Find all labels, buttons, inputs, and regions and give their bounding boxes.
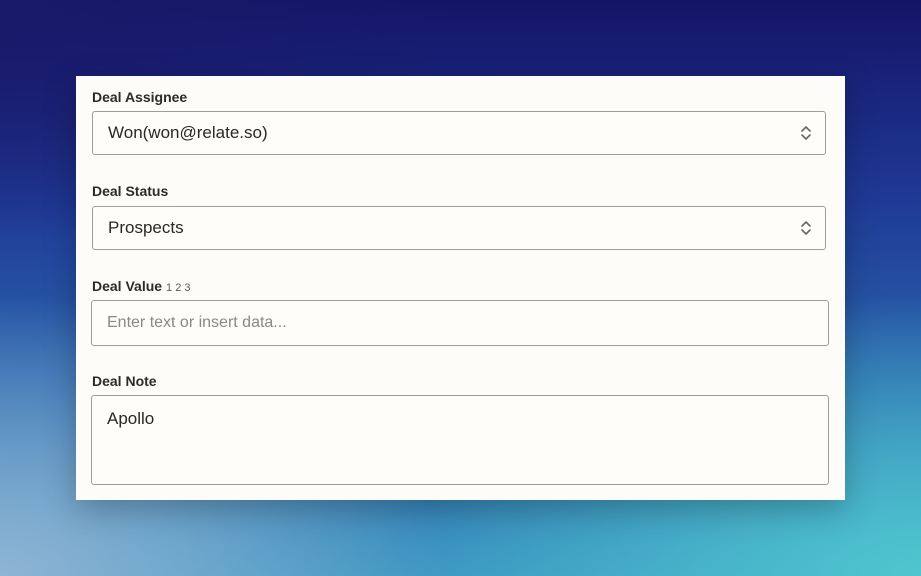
deal-status-select[interactable]: Prospects bbox=[92, 206, 826, 250]
deal-status-label: Deal Status bbox=[92, 183, 168, 199]
deal-assignee-value: Won(won@relate.so) bbox=[108, 123, 268, 142]
deal-status-value: Prospects bbox=[108, 218, 184, 237]
deal-assignee-label: Deal Assignee bbox=[92, 89, 187, 105]
deal-note-label: Deal Note bbox=[92, 373, 157, 389]
deal-status-label-text: Deal Status bbox=[92, 183, 169, 199]
deal-value-placeholder: Enter text or insert data... bbox=[107, 314, 287, 331]
deal-value-label-text: Deal Value bbox=[92, 278, 163, 294]
deal-value-input[interactable]: Enter text or insert data... bbox=[91, 300, 829, 346]
deal-assignee-select[interactable]: Won(won@relate.so) bbox=[92, 111, 826, 155]
deal-note-value: Apollo bbox=[107, 409, 155, 428]
deal-note-textarea[interactable]: Apollo bbox=[91, 395, 829, 485]
deal-form-card: Deal Assignee Won(won@relate.so) Deal St… bbox=[76, 76, 845, 500]
chevron-up-down-icon bbox=[799, 123, 813, 143]
deal-value-type-hint: 1 2 3 bbox=[166, 282, 191, 294]
deal-note-label-text: Deal Note bbox=[92, 373, 157, 389]
chevron-up-down-icon bbox=[799, 218, 813, 238]
deal-value-label: Deal Value 1 2 3 bbox=[92, 278, 191, 294]
deal-assignee-label-text: Deal Assignee bbox=[92, 89, 188, 105]
